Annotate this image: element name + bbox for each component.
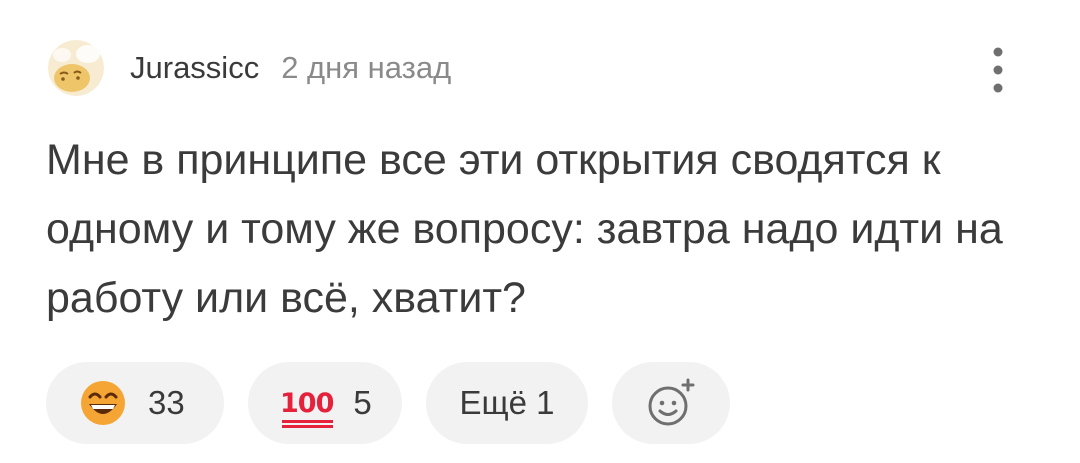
comment-card: Jurassicc 2 дня назад Мне в принципе все… (0, 0, 1080, 463)
comment-text: Мне в принципе все эти открытия сводятся… (46, 136, 1003, 322)
reaction-count: 5 (353, 384, 372, 421)
reaction-count: 33 (148, 384, 185, 421)
avatar-icon (48, 40, 104, 96)
grinning-face-icon (81, 381, 125, 425)
add-reaction-button[interactable] (612, 362, 730, 444)
add-emoji-icon (648, 378, 695, 426)
more-vertical-icon (993, 47, 1003, 93)
reaction-grinning-face[interactable]: 33 (46, 362, 224, 444)
comment-timestamp: 2 дня назад (281, 50, 452, 85)
more-options-button[interactable] (978, 40, 1018, 100)
hundred-points-icon: 100 (280, 390, 334, 428)
more-reactions-label: Ещё 1 (459, 384, 555, 421)
avatar[interactable] (48, 40, 104, 96)
reactions-bar: 33 100 5 Ещё 1 (46, 362, 754, 444)
reaction-hundred-points[interactable]: 100 5 (248, 362, 402, 444)
more-reactions-button[interactable]: Ещё 1 (426, 362, 588, 444)
author-name[interactable]: Jurassicc (130, 50, 259, 86)
comment-header: Jurassicc 2 дня назад (48, 40, 451, 96)
